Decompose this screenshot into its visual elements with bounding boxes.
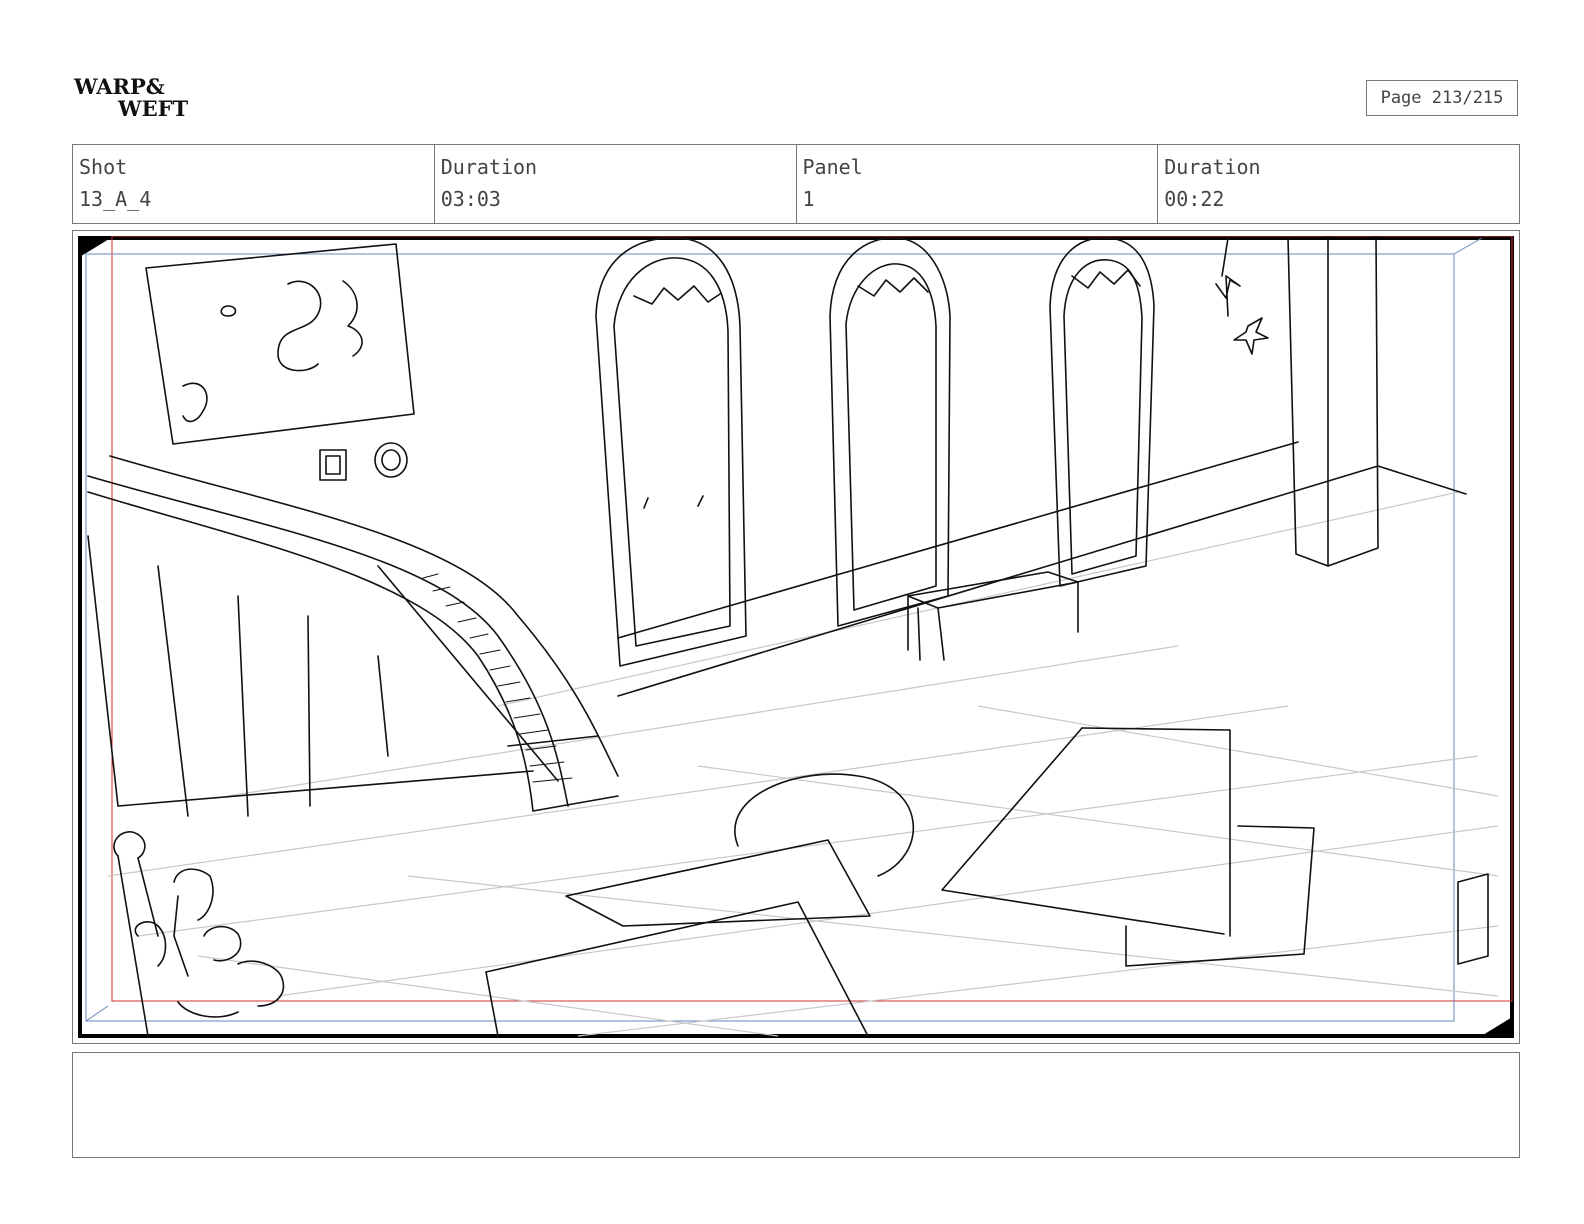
panel-notes-box <box>72 1052 1520 1158</box>
shot-value: 13_A_4 <box>79 187 152 211</box>
panel-duration-label: Duration <box>1164 155 1261 179</box>
storyboard-panel <box>78 236 1514 1038</box>
panel-label: Panel <box>802 155 863 179</box>
shot-label: Shot <box>79 155 128 179</box>
panel-duration-cell: Duration 00:22 <box>1158 145 1519 223</box>
panel-sketch <box>78 236 1514 1038</box>
shot-duration-cell: Duration 03:03 <box>435 145 797 223</box>
warp-weft-logo: WARP& WEFT <box>72 74 202 126</box>
panel-value: 1 <box>802 187 815 211</box>
panel-cell: Panel 1 <box>797 145 1159 223</box>
shot-duration-value: 03:03 <box>440 187 501 211</box>
page-counter: Page 213/215 <box>1366 80 1518 116</box>
logo-line-2: WEFT <box>118 96 189 121</box>
shot-info-table: Shot 13_A_4 Duration 03:03 Panel 1 Durat… <box>72 144 1520 224</box>
panel-duration-value: 00:22 <box>1164 187 1225 211</box>
shot-duration-label: Duration <box>440 155 538 179</box>
shot-cell: Shot 13_A_4 <box>73 145 435 223</box>
